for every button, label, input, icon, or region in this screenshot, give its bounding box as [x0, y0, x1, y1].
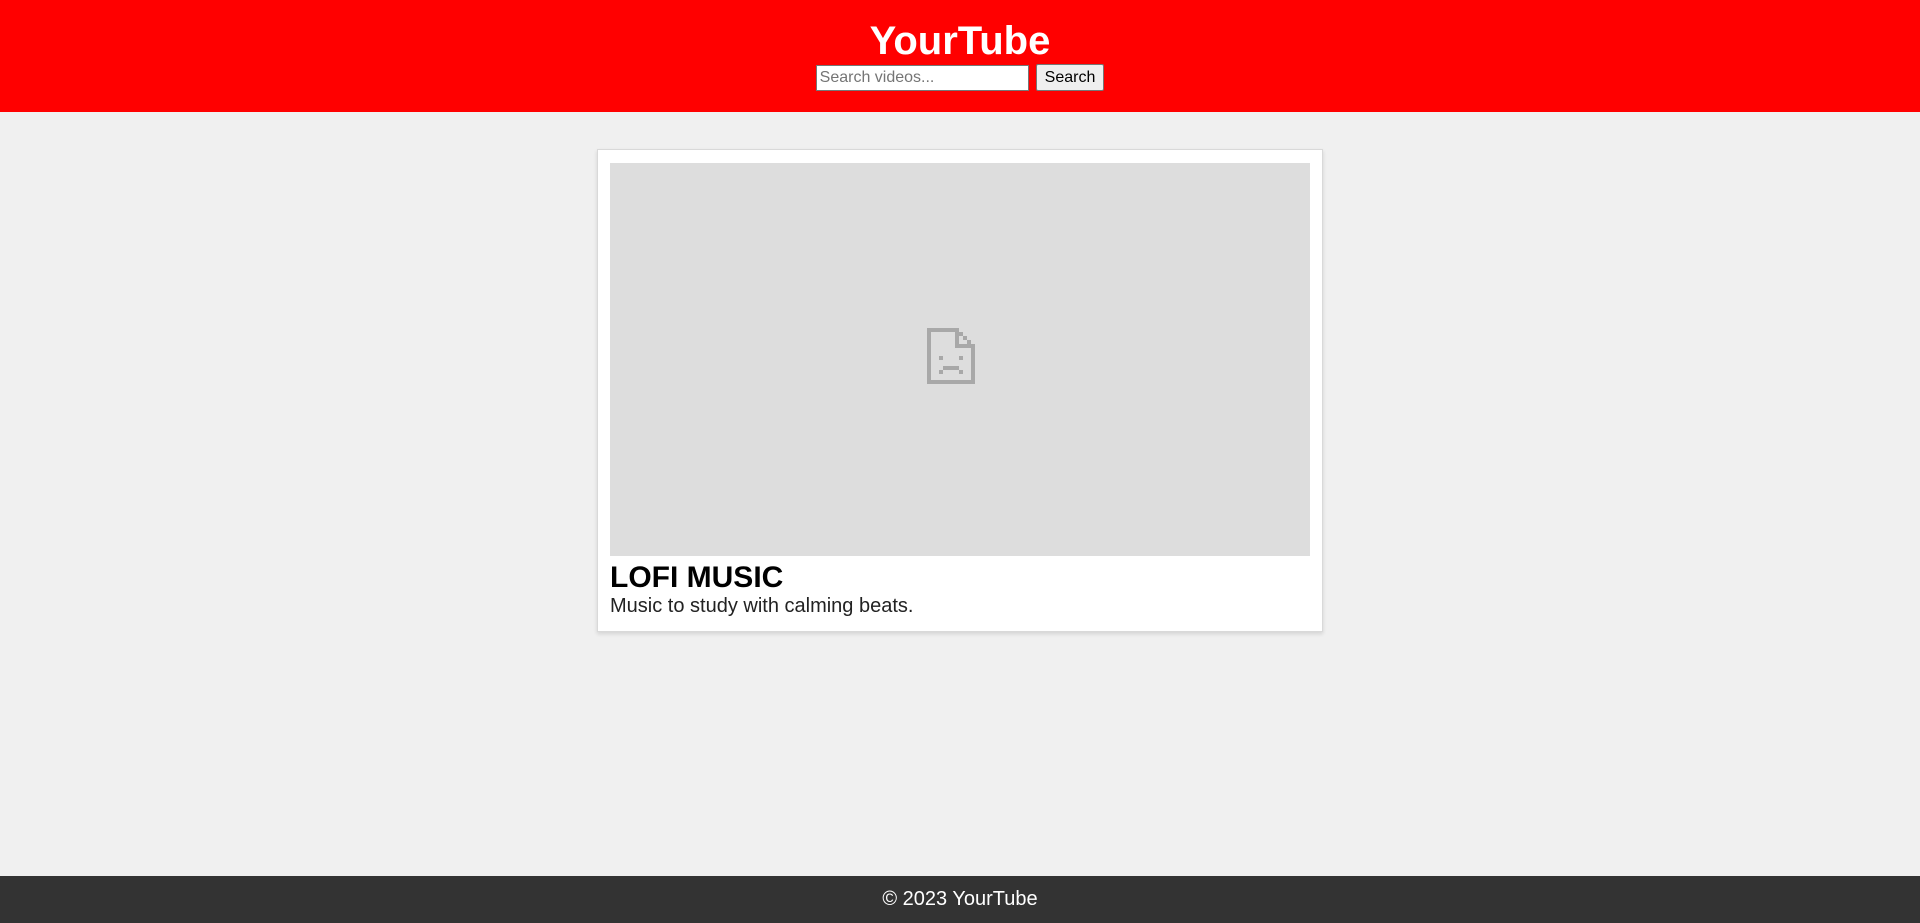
video-title: LOFI MUSIC: [610, 561, 784, 594]
video-card: LOFI MUSIC Music to study with calming b…: [597, 149, 1323, 632]
search-input[interactable]: [815, 64, 1029, 91]
video-description: Music to study with calming beats.: [610, 595, 914, 617]
site-footer: © 2023 YourTube: [0, 876, 1920, 923]
footer-copyright: © 2023 YourTube: [882, 888, 1038, 910]
site-header: YourTube Search: [0, 0, 1920, 112]
site-title: YourTube: [869, 19, 1051, 63]
video-player[interactable]: [610, 163, 1310, 556]
search-button[interactable]: Search: [1035, 64, 1105, 91]
broken-document-icon: [927, 328, 975, 384]
page: YourTube Search videos... Search LOFI MU…: [0, 0, 1920, 923]
search-bar: Search: [0, 64, 1920, 91]
